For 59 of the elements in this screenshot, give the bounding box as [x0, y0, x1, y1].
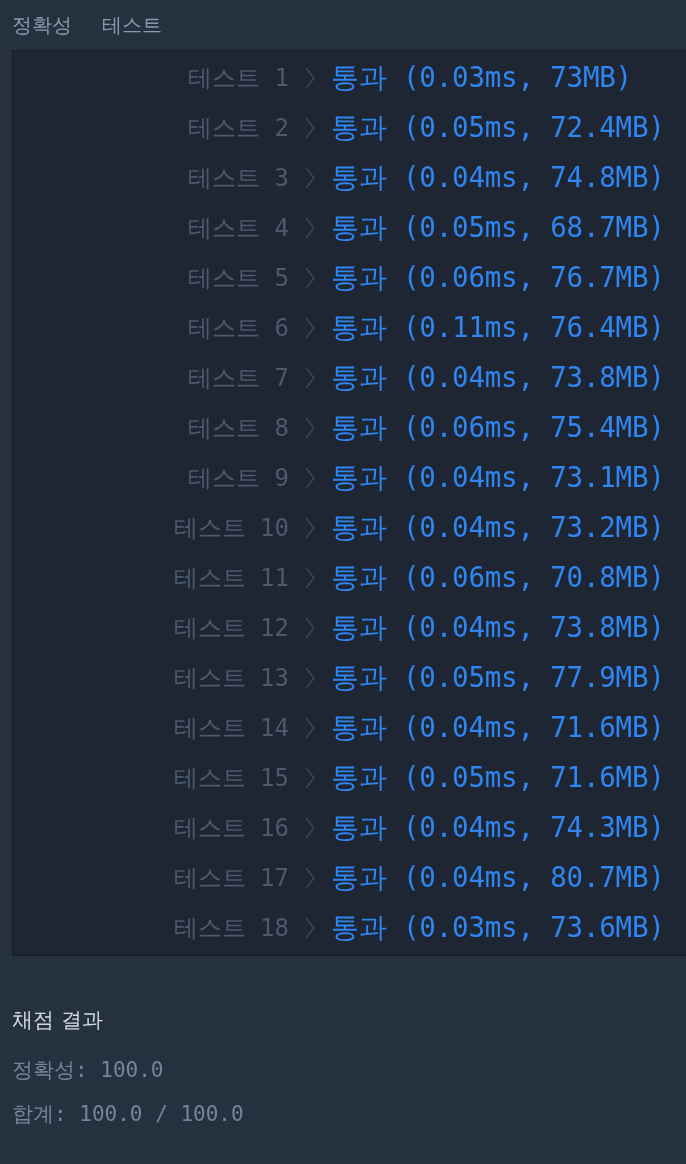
test-label: 테스트 11 — [173, 563, 289, 594]
summary-line: 정확성: 100.0 — [12, 1057, 165, 1084]
section-title: 정확성 — [12, 11, 72, 39]
test-result: 통과 (0.04ms, 73.1MB) — [331, 460, 666, 495]
chevron-icon — [305, 617, 315, 639]
test-result: 통과 (0.11ms, 76.4MB) — [331, 310, 666, 345]
chevron-icon — [305, 317, 315, 339]
test-label: 테스트 14 — [173, 713, 289, 744]
test-label: 테스트 15 — [173, 763, 289, 794]
test-result: 통과 (0.04ms, 80.7MB) — [331, 860, 666, 895]
test-label: 테스트 4 — [188, 213, 289, 244]
chevron-icon — [305, 167, 315, 189]
test-label: 테스트 18 — [173, 913, 289, 944]
test-result: 통과 (0.04ms, 73.8MB) — [331, 610, 666, 645]
test-result: 통과 (0.04ms, 74.8MB) — [331, 160, 666, 195]
test-label: 테스트 2 — [188, 113, 289, 144]
test-result: 통과 (0.04ms, 73.8MB) — [331, 360, 666, 395]
test-result: 통과 (0.04ms, 73.2MB) — [331, 510, 666, 545]
summary-title: 채점 결과 — [12, 1007, 104, 1034]
chevron-icon — [305, 517, 315, 539]
chevron-icon — [305, 417, 315, 439]
test-label: 테스트 7 — [188, 363, 289, 394]
test-result: 통과 (0.05ms, 72.4MB) — [331, 110, 666, 145]
test-result: 통과 (0.06ms, 76.7MB) — [331, 260, 666, 295]
test-label: 테스트 3 — [188, 163, 289, 194]
chevron-icon — [305, 467, 315, 489]
test-label: 테스트 12 — [173, 613, 289, 644]
test-result: 통과 (0.05ms, 77.9MB) — [331, 660, 666, 695]
chevron-icon — [305, 267, 315, 289]
test-label: 테스트 6 — [188, 313, 289, 344]
test-result: 통과 (0.04ms, 71.6MB) — [331, 710, 666, 745]
test-result: 통과 (0.06ms, 70.8MB) — [331, 560, 666, 595]
test-result: 통과 (0.03ms, 73MB) — [331, 60, 633, 95]
chevron-icon — [305, 717, 315, 739]
chevron-icon — [305, 767, 315, 789]
chevron-icon — [305, 917, 315, 939]
chevron-icon — [305, 217, 315, 239]
test-result: 통과 (0.03ms, 73.6MB) — [331, 910, 666, 945]
chevron-icon — [305, 67, 315, 89]
chevron-icon — [305, 667, 315, 689]
test-result: 통과 (0.04ms, 74.3MB) — [331, 810, 666, 845]
test-result: 통과 (0.05ms, 68.7MB) — [331, 210, 666, 245]
test-result: 통과 (0.06ms, 75.4MB) — [331, 410, 666, 445]
test-label: 테스트 17 — [173, 863, 289, 894]
test-label: 테스트 10 — [173, 513, 289, 544]
test-label: 테스트 9 — [188, 463, 289, 494]
chevron-icon — [305, 817, 315, 839]
test-label: 테스트 5 — [188, 263, 289, 294]
section-subtitle: 테스트 — [102, 11, 162, 39]
test-result: 통과 (0.05ms, 71.6MB) — [331, 760, 666, 795]
test-label: 테스트 1 — [188, 63, 289, 94]
summary-line: 합계: 100.0 / 100.0 — [12, 1101, 245, 1128]
chevron-icon — [305, 867, 315, 889]
test-label: 테스트 13 — [173, 663, 289, 694]
chevron-icon — [305, 567, 315, 589]
chevron-icon — [305, 117, 315, 139]
chevron-icon — [305, 367, 315, 389]
test-label: 테스트 8 — [188, 413, 289, 444]
test-label: 테스트 16 — [173, 813, 289, 844]
